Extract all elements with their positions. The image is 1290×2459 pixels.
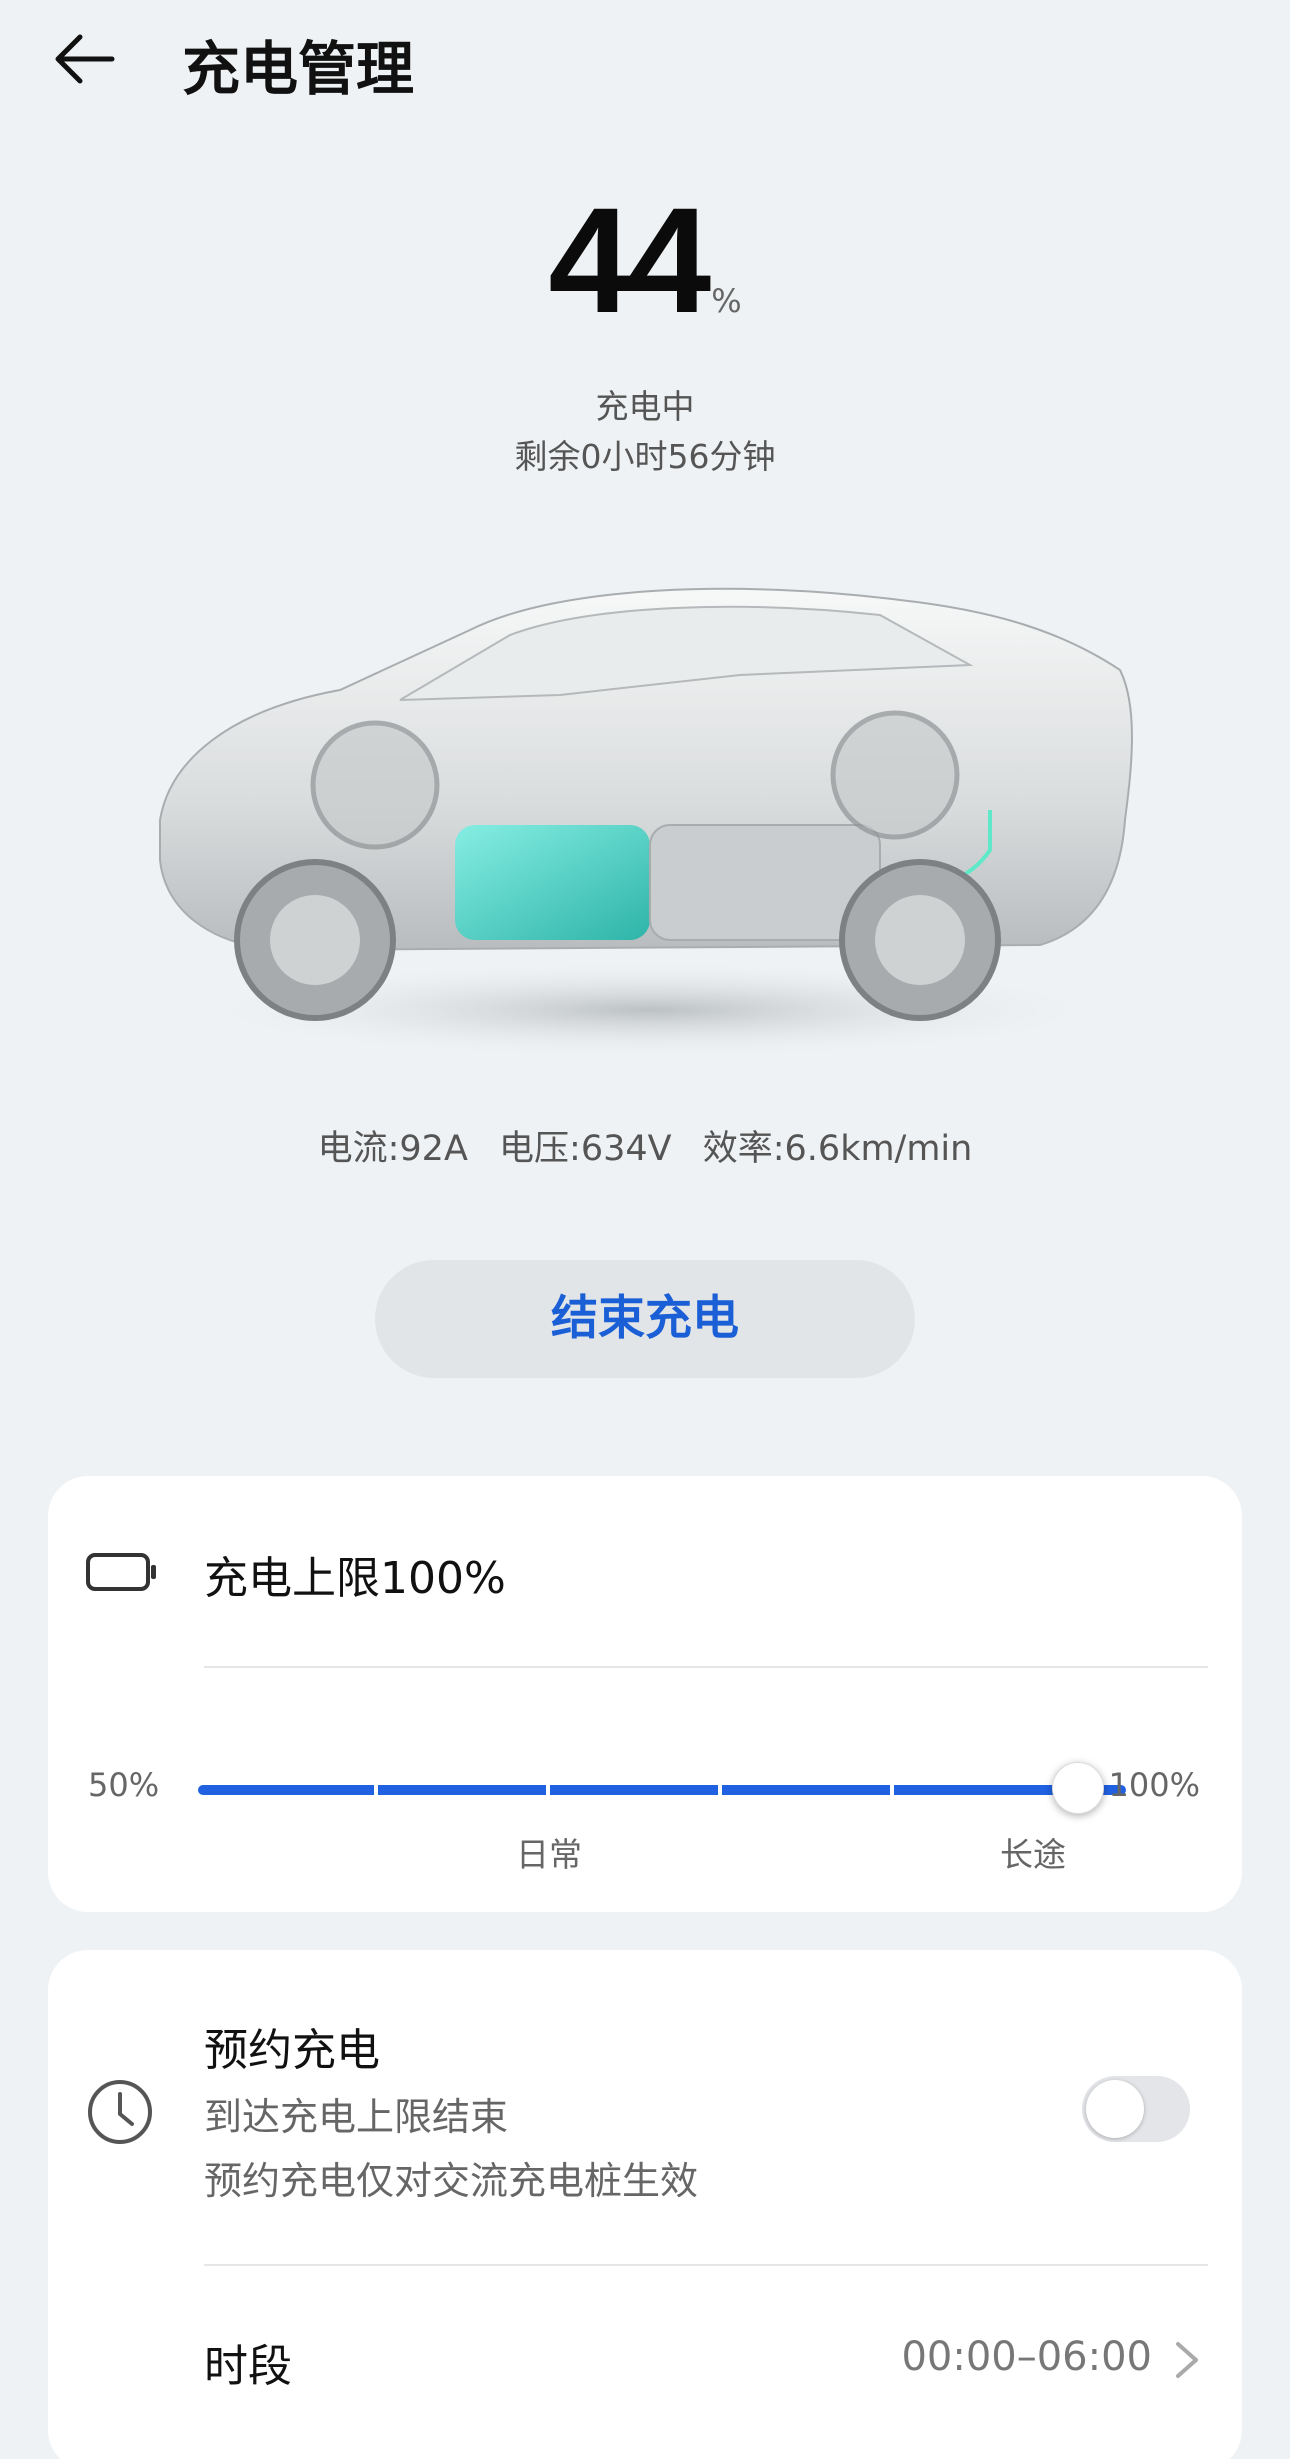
efficiency-value: 效率:6.6km/min — [702, 1129, 973, 1169]
clock-icon — [88, 2080, 152, 2144]
schedule-toggle[interactable] — [1082, 2076, 1190, 2142]
charge-limit-slider[interactable] — [198, 1785, 1126, 1795]
current-value: 电流:92A — [317, 1129, 468, 1169]
schedule-note: 预约充电仅对交流充电桩生效 — [204, 2159, 699, 2203]
slider-tick — [374, 1782, 378, 1798]
battery-icon — [86, 1553, 156, 1591]
slider-tick — [718, 1782, 722, 1798]
back-arrow-icon — [55, 34, 115, 84]
charge-limit-title: 充电上限100% — [204, 1553, 506, 1604]
car-image — [159, 587, 1133, 1060]
header: 充电管理 — [0, 0, 1290, 120]
schedule-title: 预约充电 — [204, 2025, 380, 2076]
charging-metrics: 电流:92A 电压:634V 效率:6.6km/min — [0, 1120, 1290, 1171]
charging-status: 充电中 — [595, 387, 695, 426]
chevron-right-icon[interactable] — [1172, 2338, 1202, 2382]
back-button[interactable] — [50, 24, 130, 94]
slider-tick — [890, 1782, 894, 1798]
slider-tick — [546, 1782, 550, 1798]
scheduled-charging-card: 预约充电 到达充电上限结束 预约充电仅对交流充电桩生效 时段 00:00–06:… — [48, 1950, 1242, 2459]
voltage-value: 电压:634V — [499, 1129, 672, 1169]
divider — [204, 1666, 1208, 1668]
battery-percent: 44% — [0, 185, 1290, 335]
mark-long-trip: 长途 — [1000, 1835, 1066, 1874]
slider-max-label: 100% — [1108, 1766, 1200, 1804]
slider-min-label: 50% — [88, 1766, 160, 1804]
mark-daily: 日常 — [516, 1835, 582, 1874]
battery-percent-value: 44 — [548, 176, 711, 344]
car-illustration — [140, 560, 1150, 1080]
toggle-knob — [1086, 2080, 1144, 2138]
slider-thumb[interactable] — [1052, 1762, 1104, 1814]
schedule-subtitle: 到达充电上限结束 — [204, 2095, 509, 2139]
remaining-time: 剩余0小时56分钟 — [514, 437, 776, 476]
charge-limit-card: 充电上限100% 50% 100% 日常 长途 — [48, 1476, 1242, 1912]
period-value[interactable]: 00:00–06:00 — [901, 2334, 1152, 2380]
period-label[interactable]: 时段 — [204, 2330, 292, 2394]
end-charging-button[interactable]: 结束充电 — [375, 1260, 915, 1378]
divider — [204, 2264, 1208, 2266]
page-title: 充电管理 — [182, 35, 415, 103]
battery-percent-unit: % — [711, 282, 742, 320]
